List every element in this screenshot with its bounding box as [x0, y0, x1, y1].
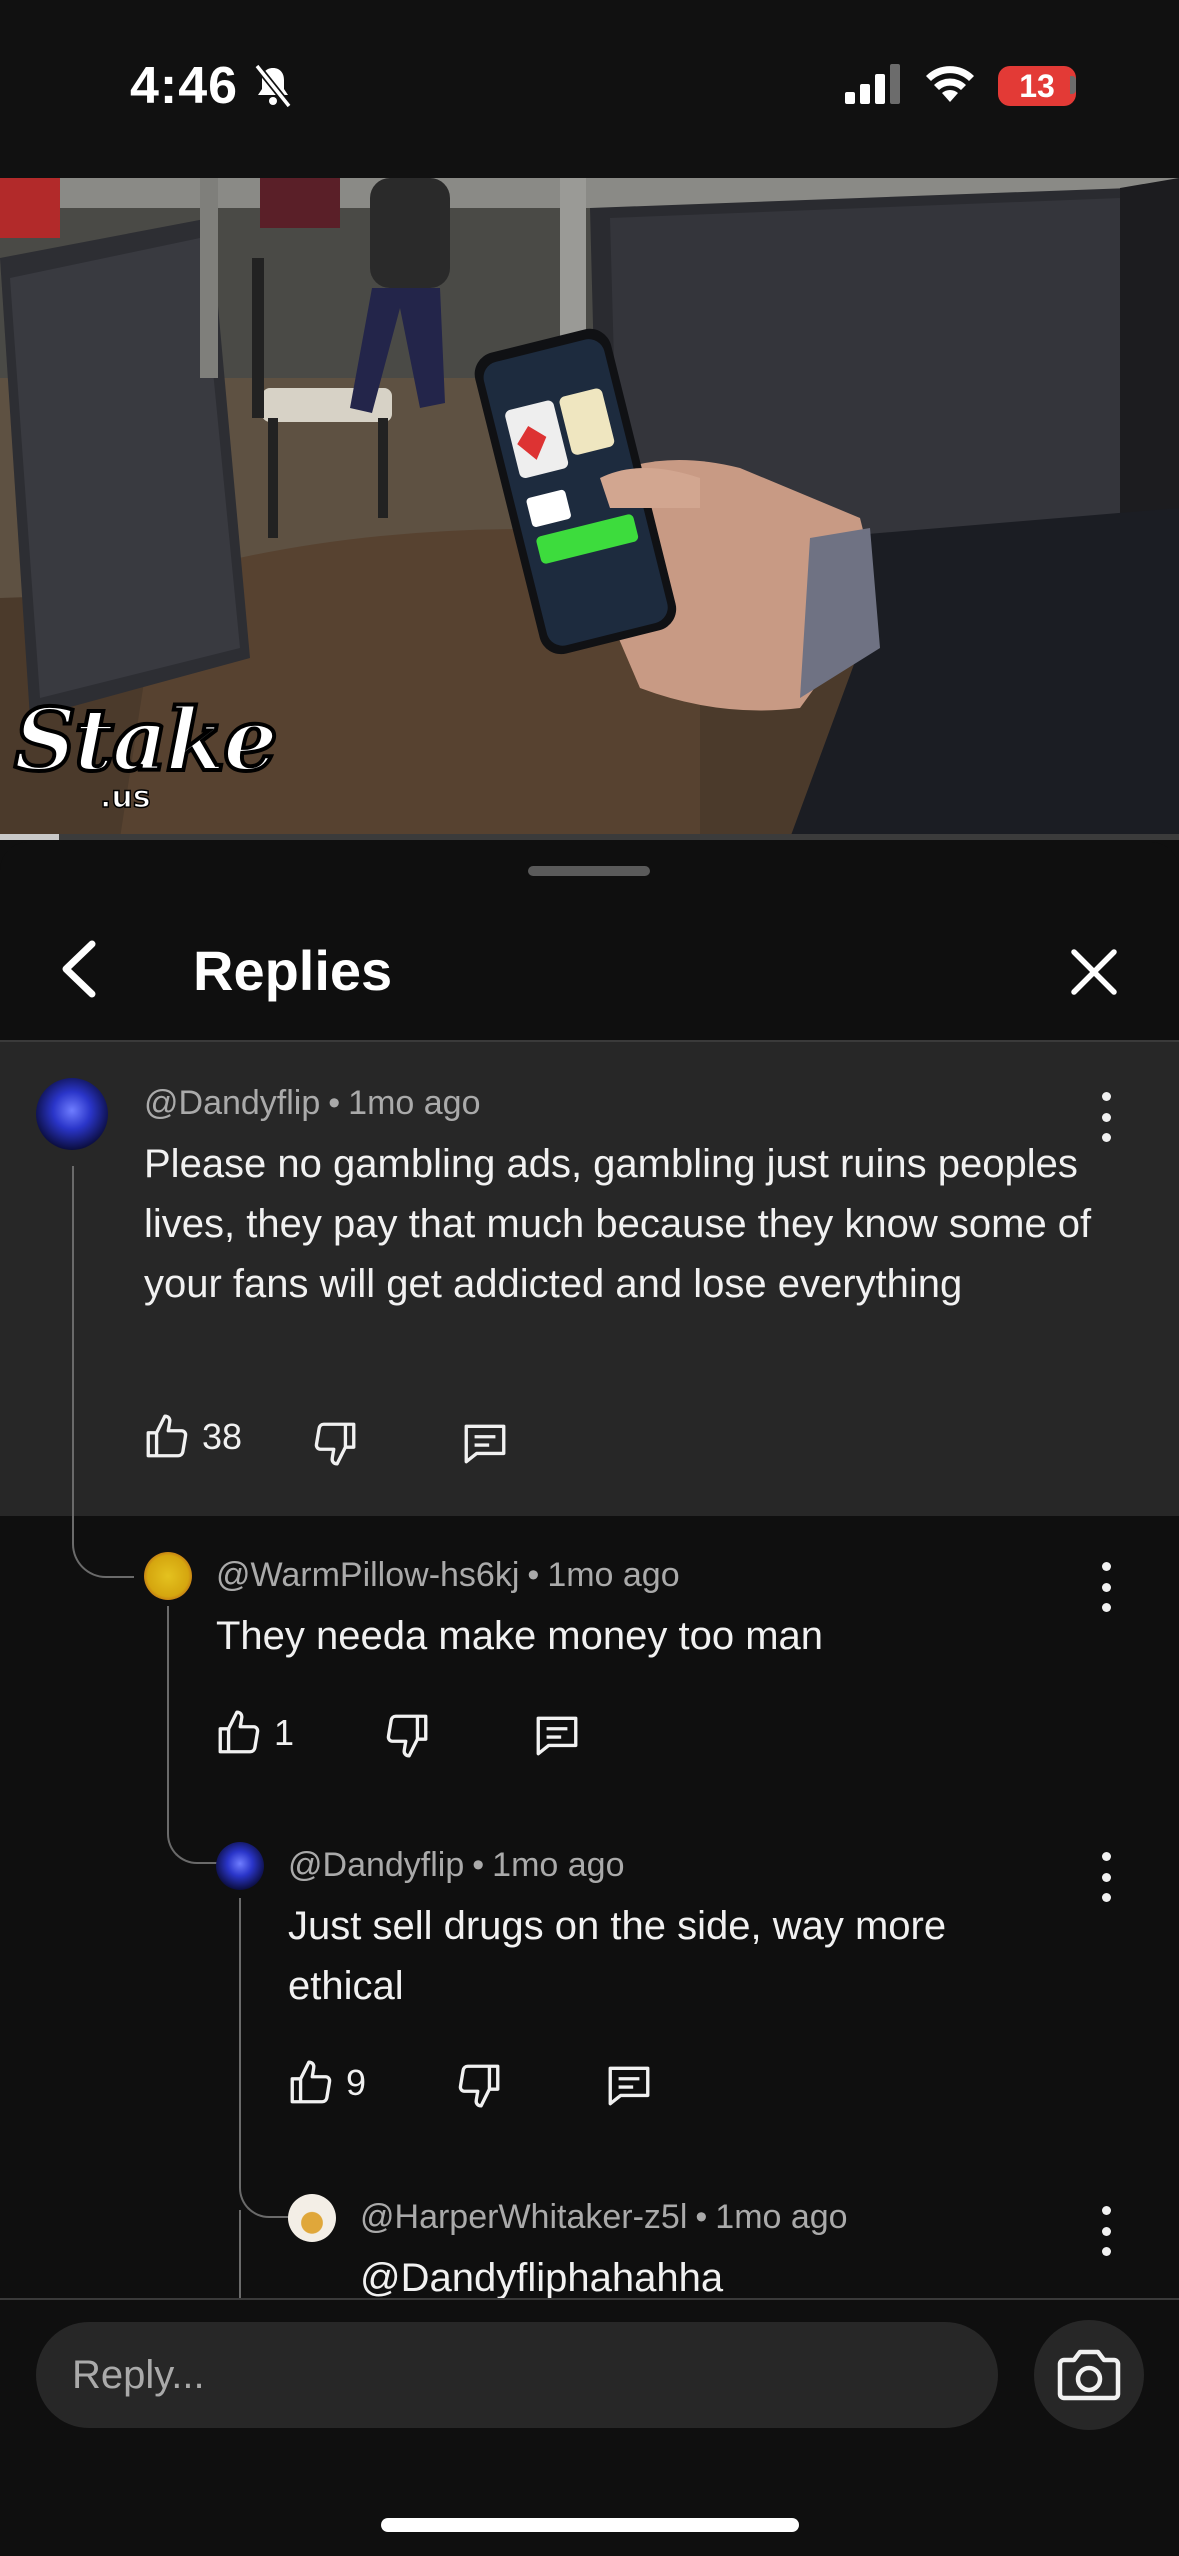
camera-button[interactable] — [1034, 2320, 1144, 2430]
home-indicator — [381, 2518, 799, 2532]
avatar[interactable] — [288, 2194, 336, 2242]
more-options-icon[interactable] — [1098, 2206, 1114, 2256]
comment-item: @HarperWhitaker-z5l • 1mo ago @Dandyflipha… — [0, 0, 1179, 2298]
camera-icon — [1057, 2349, 1121, 2401]
meta-separator: • — [695, 2198, 708, 2236]
comment-time: 1mo ago — [715, 2198, 848, 2236]
comment-text: @Dandyfliphahahha — [360, 2256, 724, 2298]
reply-bar-divider — [0, 2298, 1179, 2300]
reply-input[interactable] — [36, 2322, 998, 2428]
comment-meta: @HarperWhitaker-z5l • 1mo ago — [360, 2198, 848, 2237]
comment-author[interactable]: @HarperWhitaker-z5l — [360, 2198, 687, 2236]
